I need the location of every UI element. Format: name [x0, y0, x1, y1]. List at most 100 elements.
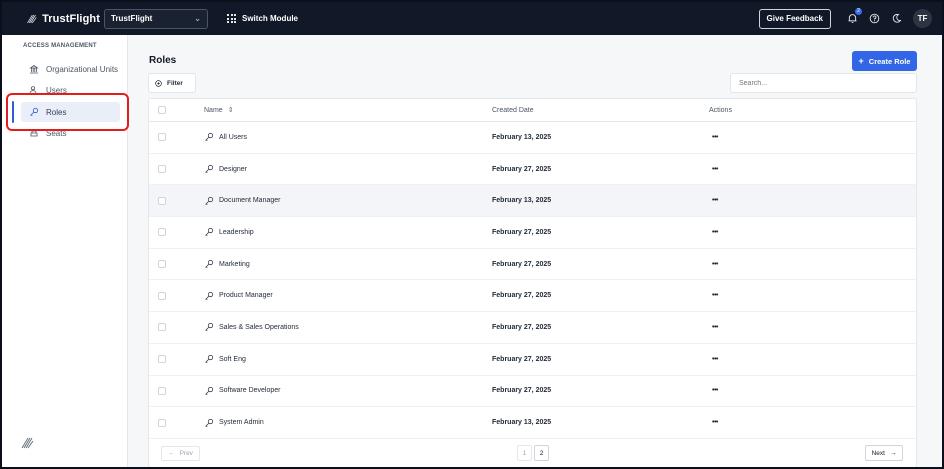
- role-name: Document Manager: [219, 197, 281, 205]
- created-date-cell: February 27, 2025: [492, 228, 552, 236]
- table-row[interactable]: Sales & Sales Operations February 27, 202…: [149, 312, 916, 344]
- page-button-1[interactable]: 1: [517, 445, 532, 461]
- key-icon: [205, 133, 214, 142]
- table-row[interactable]: Soft Eng February 27, 2025 •••: [149, 344, 916, 376]
- column-header-name-label: Name: [204, 106, 223, 114]
- give-feedback-button[interactable]: Give Feedback: [758, 8, 831, 29]
- role-name: Designer: [219, 165, 248, 173]
- page-button-2[interactable]: 2: [534, 445, 549, 461]
- select-all-checkbox[interactable]: [158, 106, 166, 114]
- role-name-cell: All Users: [204, 132, 247, 142]
- role-name-cell: Software Developer: [204, 386, 280, 396]
- table-row[interactable]: Document Manager February 13, 2025 •••: [149, 185, 916, 218]
- created-date-cell: February 27, 2025: [492, 387, 552, 395]
- row-actions-button[interactable]: •••: [712, 292, 718, 299]
- plus-icon: +: [858, 56, 864, 66]
- role-name-cell: Marketing: [204, 259, 250, 269]
- row-actions-button[interactable]: •••: [712, 134, 718, 141]
- row-checkbox[interactable]: [158, 323, 166, 332]
- chevron-down-icon: ⌄: [194, 14, 201, 23]
- next-label: Next: [871, 449, 885, 457]
- filter-button[interactable]: Filter: [148, 73, 196, 93]
- table-row[interactable]: Designer February 27, 2025 •••: [149, 154, 916, 186]
- row-checkbox[interactable]: [158, 355, 166, 364]
- filter-icon: [155, 79, 162, 87]
- app-window: TrustFlight TrustFlight ⌄ Switch Module …: [0, 0, 944, 469]
- key-icon: [205, 386, 214, 395]
- annotation-highlight-box: [6, 93, 129, 131]
- row-checkbox[interactable]: [158, 418, 166, 427]
- notifications-button[interactable]: 2: [845, 7, 862, 26]
- organization-select[interactable]: TrustFlight ⌄: [104, 8, 208, 29]
- row-actions-button[interactable]: •••: [712, 197, 718, 204]
- column-header-actions: Actions: [709, 106, 732, 114]
- main-content: Roles + Create Role Filter Name ⇕ Create…: [129, 35, 942, 467]
- table-row[interactable]: Software Developer February 27, 2025 •••: [149, 376, 916, 408]
- top-bar: TrustFlight TrustFlight ⌄ Switch Module …: [2, 2, 942, 35]
- create-role-button[interactable]: + Create Role: [852, 51, 917, 71]
- table-row[interactable]: System Admin February 13, 2025 •••: [149, 407, 916, 439]
- key-icon: [205, 196, 214, 205]
- user-avatar[interactable]: TF: [913, 9, 932, 28]
- switch-module-button[interactable]: Switch Module: [227, 14, 298, 23]
- role-name-cell: Sales & Sales Operations: [204, 322, 299, 332]
- brand-logo[interactable]: TrustFlight: [26, 12, 100, 26]
- role-name: All Users: [219, 133, 248, 141]
- row-actions-button[interactable]: •••: [712, 356, 718, 363]
- table-row[interactable]: Leadership February 27, 2025 •••: [149, 217, 916, 249]
- sidebar-item-organizational-units[interactable]: Organizational Units: [21, 59, 120, 79]
- help-icon: [869, 13, 879, 24]
- row-checkbox[interactable]: [158, 260, 166, 269]
- row-checkbox[interactable]: [158, 133, 166, 142]
- moon-icon: [892, 13, 901, 23]
- top-right-actions: Give Feedback 2 TF: [758, 7, 932, 29]
- key-icon: [205, 228, 214, 237]
- next-page-button[interactable]: Next →: [865, 445, 903, 461]
- row-actions-button[interactable]: •••: [712, 324, 718, 331]
- help-button[interactable]: [867, 12, 881, 26]
- row-actions-button[interactable]: •••: [712, 261, 718, 268]
- table-row[interactable]: All Users February 13, 2025 •••: [149, 122, 916, 154]
- row-actions-button[interactable]: •••: [712, 166, 718, 173]
- role-name-cell: Designer: [204, 164, 247, 174]
- row-actions-button[interactable]: •••: [712, 387, 718, 394]
- row-checkbox[interactable]: [158, 165, 166, 174]
- notification-badge: 2: [855, 7, 862, 15]
- theme-toggle-button[interactable]: [889, 12, 903, 26]
- table-row[interactable]: Marketing February 27, 2025 •••: [149, 249, 916, 281]
- table-row[interactable]: Product Manager February 27, 2025 •••: [149, 280, 916, 313]
- grid-icon: [227, 14, 236, 23]
- row-checkbox[interactable]: [158, 386, 166, 395]
- row-checkbox[interactable]: [158, 196, 166, 205]
- row-checkbox[interactable]: [158, 291, 166, 300]
- bell-icon: [848, 14, 856, 23]
- role-name: System Admin: [219, 419, 264, 427]
- sidebar-section-title: ACCESS MANAGEMENT: [23, 43, 97, 49]
- row-checkbox[interactable]: [158, 228, 166, 237]
- trustflight-logo-icon: [27, 14, 37, 23]
- prev-label: Prev: [179, 450, 193, 457]
- role-name-cell: Document Manager: [204, 196, 280, 206]
- table-header: Name ⇕ Created Date Actions: [149, 99, 916, 122]
- row-actions-button[interactable]: •••: [712, 419, 718, 426]
- prev-page-button[interactable]: ← Prev: [161, 446, 200, 461]
- trustflight-logo-icon: [21, 437, 34, 449]
- role-name-cell: Soft Eng: [204, 354, 246, 364]
- row-actions-button[interactable]: •••: [712, 229, 718, 236]
- sidebar-collapse-logo[interactable]: [20, 436, 34, 455]
- created-date-cell: February 27, 2025: [492, 355, 552, 363]
- column-header-name[interactable]: Name ⇕: [204, 106, 234, 115]
- page-title: Roles: [149, 55, 177, 66]
- arrow-left-icon: ←: [168, 450, 175, 457]
- table-body: All Users February 13, 2025 ••• Designer Feb…: [149, 122, 916, 439]
- arrow-right-icon: →: [889, 449, 897, 457]
- created-date-cell: February 13, 2025: [492, 419, 552, 427]
- role-name: Sales & Sales Operations: [219, 323, 299, 331]
- created-date-cell: February 27, 2025: [492, 292, 552, 300]
- search-input[interactable]: [730, 73, 917, 93]
- role-name: Product Manager: [219, 292, 273, 300]
- create-role-label: Create Role: [868, 56, 911, 66]
- created-date-cell: February 27, 2025: [492, 165, 552, 173]
- created-date-cell: February 13, 2025: [492, 197, 552, 205]
- role-name: Marketing: [219, 260, 250, 268]
